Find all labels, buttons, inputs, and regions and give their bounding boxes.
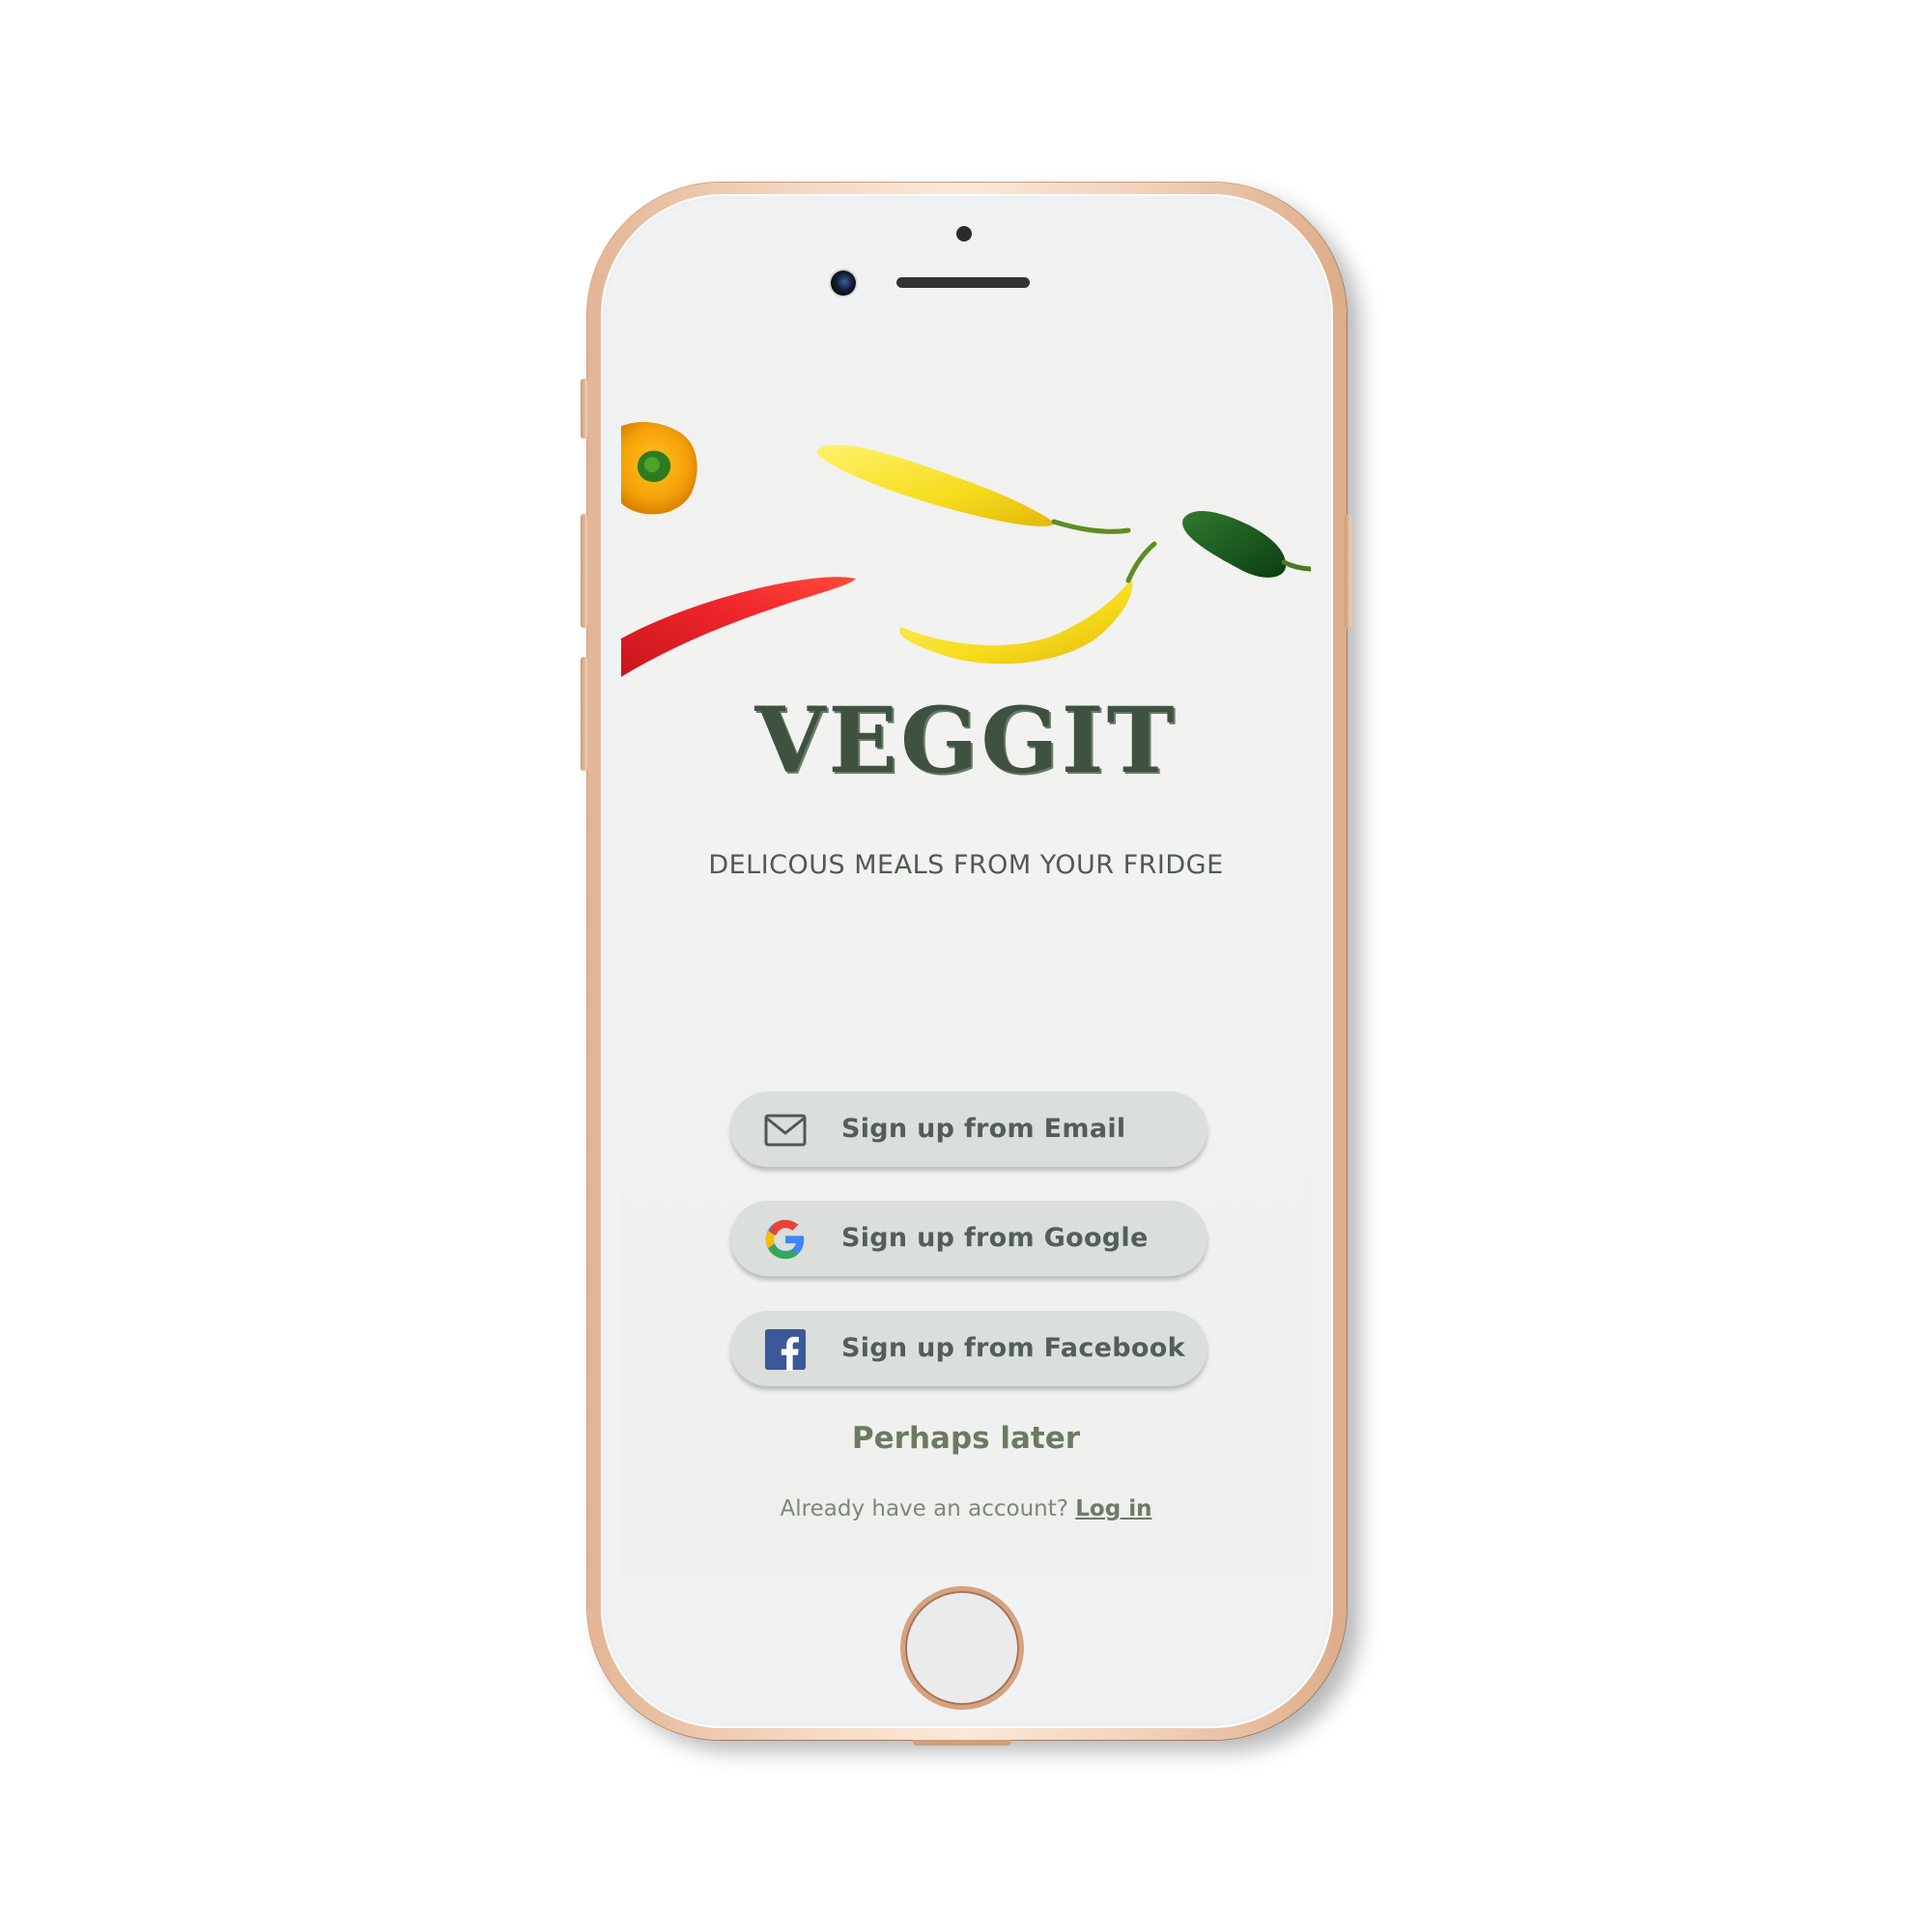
sign-up-email-button[interactable]: Sign up from Email	[730, 1092, 1208, 1167]
google-button-label: Sign up from Google	[841, 1223, 1149, 1253]
email-button-label: Sign up from Email	[841, 1114, 1126, 1144]
google-logo-icon	[765, 1219, 805, 1260]
volume-down-button	[581, 657, 587, 771]
facebook-logo-icon	[764, 1328, 807, 1371]
facebook-button-label: Sign up from Facebook	[841, 1333, 1185, 1363]
login-prompt-text: Already have an account?	[780, 1496, 1068, 1521]
login-prompt-row: Already have an account? Log in	[621, 1496, 1311, 1521]
proximity-sensor	[956, 226, 972, 242]
peppers-hero-image	[621, 421, 1311, 677]
green-jalapeno	[1182, 510, 1311, 578]
perhaps-later-link[interactable]: Perhaps later	[621, 1421, 1311, 1456]
sign-up-google-button[interactable]: Sign up from Google	[730, 1201, 1208, 1276]
orange-pepper	[621, 421, 697, 515]
app-tagline: DELICOUS MEALS FROM YOUR FRIDGE	[708, 850, 1224, 880]
yellow-chili-top	[817, 444, 1131, 534]
app-logo: VEGGIT	[754, 688, 1178, 794]
app-screen: VEGGIT DELICOUS MEALS FROM YOUR FRIDGE S…	[621, 364, 1311, 1577]
red-chili	[621, 577, 856, 677]
earpiece-speaker	[896, 277, 1030, 288]
yellow-chili-bottom	[899, 541, 1157, 665]
sign-up-facebook-button[interactable]: Sign up from Facebook	[730, 1311, 1208, 1386]
home-button[interactable]	[905, 1591, 1019, 1705]
volume-up-button	[581, 514, 587, 628]
phone-bottom-edge	[913, 1740, 1011, 1746]
front-camera-icon	[831, 270, 856, 296]
envelope-icon	[764, 1114, 807, 1147]
log-in-link[interactable]: Log in	[1075, 1496, 1151, 1521]
power-button	[1345, 515, 1351, 629]
mute-switch	[581, 379, 587, 439]
